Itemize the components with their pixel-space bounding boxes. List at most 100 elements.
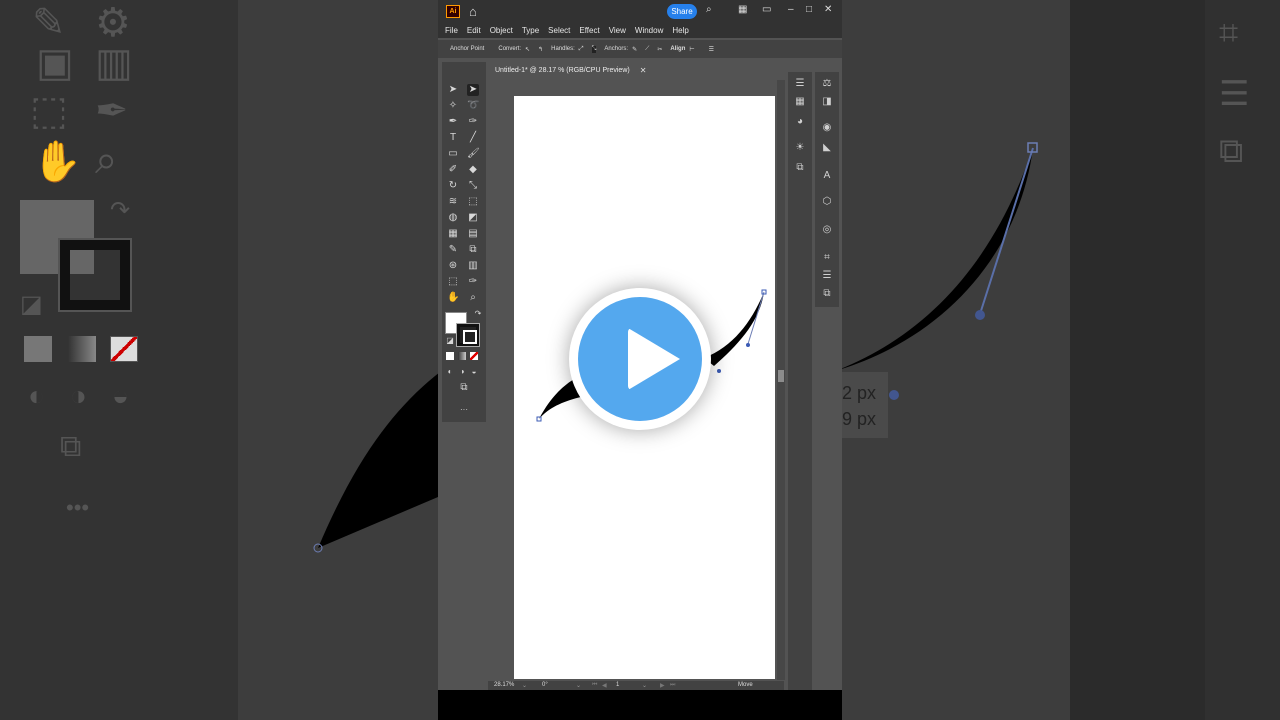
minimize-icon[interactable]: – — [788, 4, 794, 15]
symbol-sprayer-tool-icon[interactable]: ⊛ — [447, 260, 459, 272]
align-options-icon[interactable]: ⊢ — [689, 46, 694, 53]
graph-tool-icon[interactable]: ▥ — [467, 260, 479, 272]
artboard-dropdown-icon[interactable]: ⌄ — [642, 682, 647, 689]
graphic-styles-panel-icon[interactable]: ◣ — [820, 142, 834, 153]
stroke-swatch[interactable] — [456, 323, 480, 347]
maximize-icon[interactable]: □ — [806, 4, 812, 15]
search-icon[interactable]: ⌕ — [706, 4, 712, 15]
scale-tool-icon[interactable]: ⤡ — [467, 180, 479, 192]
curvature-tool-icon[interactable]: ✑ — [467, 116, 479, 128]
panel-menu-icon[interactable]: ☰ — [709, 46, 714, 53]
convert-corner-icon[interactable]: ↖ — [525, 46, 530, 53]
slice-tool-icon[interactable]: ✑ — [467, 276, 479, 288]
shape-builder-tool-icon[interactable]: ◍ — [447, 212, 459, 224]
default-colors-icon[interactable]: ◪ — [444, 335, 456, 347]
line-tool-icon[interactable]: ╱ — [467, 132, 479, 144]
gradient-tool-icon[interactable]: ▤ — [467, 228, 479, 240]
menu-type[interactable]: Type — [522, 26, 539, 35]
rotation-dropdown-icon[interactable]: ⌄ — [576, 682, 581, 689]
prev-artboard-icon[interactable]: ◀ — [602, 682, 607, 689]
paintbrush-tool-icon[interactable]: 🖌 — [467, 148, 480, 160]
transform-panel-icon[interactable]: ⚖ — [820, 78, 834, 89]
eraser-tool-icon[interactable]: ◆ — [467, 164, 479, 176]
blend-tool-icon[interactable]: ⧉ — [467, 244, 479, 256]
next-artboard-icon[interactable]: ▶ — [660, 682, 665, 689]
gradient-mode-icon[interactable] — [458, 352, 466, 360]
workspace-icon[interactable]: ▦ — [738, 4, 747, 15]
last-artboard-icon[interactable]: ⏭ — [670, 682, 675, 689]
lasso-tool-icon[interactable]: ➰ — [467, 100, 479, 112]
selection-tool-icon[interactable]: ➤ — [447, 84, 459, 96]
close-tab-icon[interactable]: ✕ — [640, 66, 647, 75]
none-mode-icon[interactable] — [470, 352, 478, 360]
share-button[interactable]: Share — [667, 4, 697, 19]
zoom-dropdown-icon[interactable]: ⌄ — [522, 682, 527, 689]
appearance-panel-icon[interactable]: ◉ — [820, 122, 834, 133]
menu-view[interactable]: View — [609, 26, 626, 35]
home-icon[interactable]: ⌂ — [469, 4, 477, 19]
anchor-handle-mid[interactable] — [717, 369, 721, 373]
screen-mode-icon[interactable]: ⧉ — [458, 382, 470, 394]
direction-handle[interactable] — [746, 343, 750, 347]
edit-toolbar-icon[interactable]: ··· — [458, 404, 470, 416]
color-panel-icon[interactable]: ▦ — [793, 96, 807, 107]
scrollbar-thumb[interactable] — [778, 370, 784, 382]
free-transform-tool-icon[interactable]: ⬚ — [467, 196, 479, 208]
artboard-number[interactable]: 1 — [616, 682, 619, 688]
type-tool-icon[interactable]: T — [447, 132, 459, 144]
swap-fill-stroke-icon[interactable]: ↷ — [472, 308, 484, 320]
brushes-panel-icon[interactable]: ☀ — [793, 142, 807, 153]
align-panel-icon[interactable]: ☰ — [820, 270, 834, 281]
zoom-tool-icon[interactable]: ⌕ — [467, 292, 479, 304]
properties-panel-icon[interactable]: ☰ — [793, 78, 807, 89]
swatches-panel-icon[interactable]: ◕ — [793, 116, 807, 127]
remove-anchor-icon[interactable]: ✎ — [632, 46, 637, 53]
first-artboard-icon[interactable]: ⏮ — [592, 682, 597, 689]
libraries-panel-icon[interactable]: ◨ — [820, 96, 834, 107]
direct-selection-tool-icon[interactable]: ➤ — [467, 84, 479, 96]
magic-wand-tool-icon[interactable]: ✧ — [447, 100, 459, 112]
menu-window[interactable]: Window — [635, 26, 663, 35]
convert-smooth-icon[interactable]: ↰ — [538, 46, 543, 53]
eyedropper-tool-icon[interactable]: ✎ — [447, 244, 459, 256]
draw-behind-icon[interactable]: ◑ — [456, 366, 468, 378]
draw-inside-icon[interactable]: ◒ — [468, 366, 480, 378]
pathfinder-panel-icon[interactable]: ⧉ — [820, 288, 834, 299]
connect-anchor-icon[interactable]: ⟋ — [645, 46, 649, 53]
menu-edit[interactable]: Edit — [467, 26, 481, 35]
artboard-tool-icon[interactable]: ⬚ — [447, 276, 459, 288]
close-icon[interactable]: ✕ — [824, 4, 832, 15]
pen-tool-icon[interactable]: ✒ — [447, 116, 459, 128]
play-button[interactable] — [569, 288, 711, 430]
arrange-icon[interactable]: ▭ — [762, 4, 771, 15]
symbols-panel-icon[interactable]: ⧉ — [793, 162, 807, 173]
perspective-tool-icon[interactable]: ◩ — [467, 212, 479, 224]
menu-object[interactable]: Object — [490, 26, 513, 35]
rotate-tool-icon[interactable]: ↻ — [447, 180, 459, 192]
rectangle-tool-icon[interactable]: ▭ — [447, 148, 459, 160]
show-handles-icon[interactable]: ⤢ — [579, 46, 584, 53]
zoom-level[interactable]: 28.17% — [494, 682, 514, 688]
color-mode-icon[interactable] — [446, 352, 454, 360]
rotation-value[interactable]: 0° — [542, 682, 548, 688]
character-panel-icon[interactable]: A — [820, 170, 834, 181]
shaper-tool-icon[interactable]: ✐ — [447, 164, 459, 176]
document-tab[interactable]: Untitled-1* @ 28.17 % (RGB/CPU Preview) … — [490, 62, 660, 78]
3d-panel-icon[interactable]: ⬡ — [820, 196, 834, 207]
cut-path-icon[interactable]: ✂ — [657, 46, 662, 53]
transform-grid-icon[interactable]: ⌗ — [820, 252, 834, 263]
mesh-tool-icon[interactable]: ▦ — [447, 228, 459, 240]
width-tool-icon[interactable]: ≋ — [447, 196, 459, 208]
menu-select[interactable]: Select — [548, 26, 570, 35]
menu-file[interactable]: File — [445, 26, 458, 35]
align-button[interactable]: Align — [670, 46, 685, 52]
hide-handles-icon[interactable]: ⤡ — [591, 45, 597, 53]
bg-default-icon: ◪ — [20, 291, 43, 318]
navigator-panel-icon[interactable]: ◎ — [820, 224, 834, 235]
hand-tool-icon[interactable]: ✋ — [447, 292, 459, 304]
menu-effect[interactable]: Effect — [579, 26, 599, 35]
draw-normal-icon[interactable]: ◐ — [444, 366, 456, 378]
vertical-scrollbar[interactable] — [777, 80, 785, 680]
menu-help[interactable]: Help — [672, 26, 688, 35]
menu-bar: File Edit Object Type Select Effect View… — [438, 22, 842, 38]
